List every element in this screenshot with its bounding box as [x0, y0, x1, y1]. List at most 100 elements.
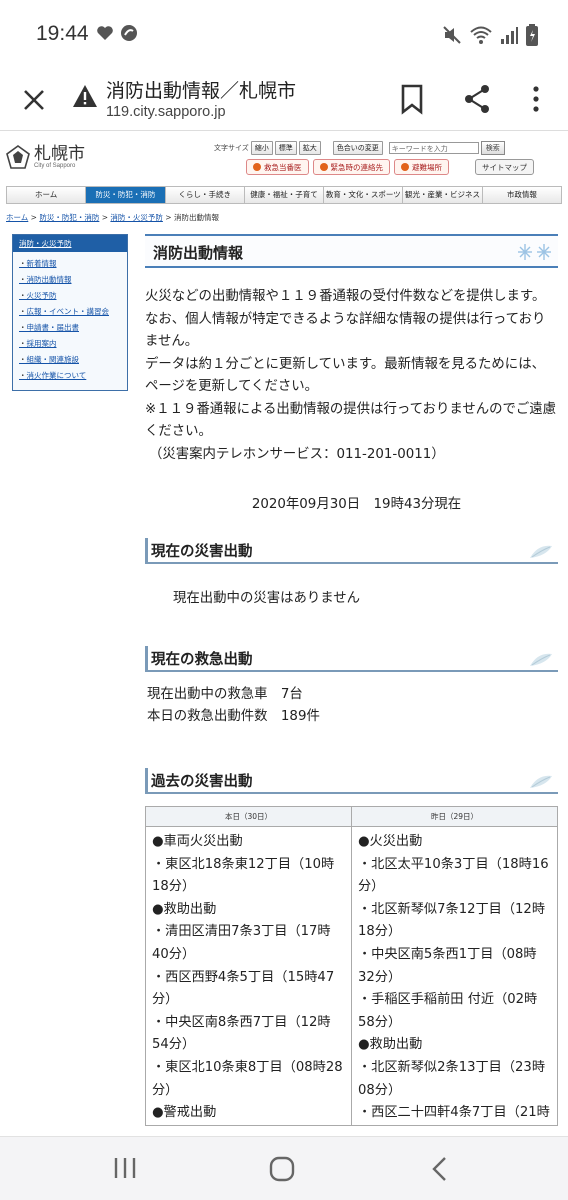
side-item-events[interactable]: 広報・イベント・講習会 — [19, 306, 123, 317]
keyword-search-input[interactable]: キーワードを入力 — [388, 142, 479, 154]
page-title[interactable]: 消防出動情報／札幌市 — [106, 76, 296, 103]
active-ambulance-count: 現在出動中の救急車 7台 — [147, 687, 303, 702]
list-item: ・清田区清田7条3丁目（17時40分） — [152, 924, 331, 962]
gnav-education[interactable]: 教育・文化・スポーツ — [324, 187, 404, 203]
more-options-button[interactable] — [524, 82, 548, 116]
breadcrumb-current: 消防出動情報 — [173, 213, 219, 222]
snowflake-decoration-icon — [518, 244, 551, 260]
wifi-icon — [470, 26, 492, 44]
quick-links: 救急当番医 緊急時の連絡先 避難場所 サイトマップ — [246, 159, 534, 175]
browser-toolbar: 消防出動情報／札幌市 119.city.sapporo.jp — [0, 70, 568, 130]
intro-line: 火災などの出動情報や１１９番通報の受付件数などを提供します。 — [145, 289, 546, 304]
site-logo[interactable]: 札幌市 City of Sapporo — [6, 145, 85, 169]
intro-line: なお、個人情報が特定できるような詳細な情報の提供は行っておりません。 — [145, 311, 546, 350]
current-ems-heading: 現在の救急出動 — [145, 646, 558, 672]
intro-line: ※１１９番通報による出動情報の提供は行っておりませんのでご遠慮ください。 — [145, 401, 557, 440]
breadcrumb-fire-prevention[interactable]: 消防・火災予防 — [110, 213, 163, 222]
list-item: ・東区北18条東12丁目（10時18分） — [152, 856, 335, 895]
leaf-decoration-icon — [530, 545, 552, 558]
page-url[interactable]: 119.city.sapporo.jp — [106, 104, 226, 120]
list-item: ・中央区南8条西7丁目（12時54分） — [152, 1014, 331, 1053]
side-item-dispatch-info[interactable]: 消防出動情報 — [19, 274, 123, 285]
gnav-living[interactable]: くらし・手続き — [166, 187, 245, 203]
side-item-organization[interactable]: 組織・関連施設 — [19, 354, 123, 365]
main-title-box: 消防出動情報 — [145, 234, 558, 268]
breadcrumb-home[interactable]: ホーム — [6, 213, 28, 222]
heart-icon — [97, 26, 113, 40]
site-header: 札幌市 City of Sapporo 文字サイズ 縮小 標準 拡大 色合いの変… — [0, 130, 568, 186]
battery-icon — [526, 24, 538, 46]
status-bar: 19:44 — [0, 0, 568, 70]
side-nav: 消防・火災予防 新着情報 消防出動情報 火災予防 広報・イベント・講習会 申請書… — [12, 234, 128, 391]
back-button[interactable] — [428, 1155, 452, 1183]
list-item: ・西区二十四軒4条7丁目（21時 — [358, 1105, 550, 1121]
no-disaster-message: 現在出動中の災害はありません — [173, 591, 361, 606]
gnav-health[interactable]: 健康・福祉・子育て — [245, 187, 325, 203]
today-column-header: 本日（30日） — [146, 807, 351, 827]
share-button[interactable] — [460, 82, 494, 116]
list-item: ・北区新琴似7条12丁目（12時18分） — [358, 901, 546, 940]
recent-apps-button[interactable] — [112, 1155, 138, 1181]
emergency-contact-button[interactable]: 緊急時の連絡先 — [312, 159, 390, 175]
section-title: 現在の災害出動 — [151, 544, 253, 560]
yesterday-column-header: 昨日（29日） — [351, 807, 557, 827]
share-icon — [465, 85, 489, 113]
list-item: ●救助出動 — [152, 901, 217, 917]
side-nav-heading[interactable]: 消防・火災予防 — [13, 235, 127, 252]
list-item: ●火災出動 — [358, 834, 423, 849]
gnav-home[interactable]: ホーム — [7, 187, 87, 203]
color-change-button[interactable]: 色合いの変更 — [332, 141, 383, 155]
intro-text: 火災などの出動情報や１１９番通報の受付件数などを提供します。 なお、個人情報が特… — [145, 286, 558, 466]
font-small-button[interactable]: 縮小 — [250, 141, 273, 155]
list-item: ●警戒出動 — [152, 1105, 217, 1121]
list-item: ・北区太平10条3丁目（18時16分） — [358, 856, 549, 895]
font-size-label: 文字サイズ — [214, 144, 249, 152]
list-item: ・中央区南5条西1丁目（08時32分） — [358, 946, 537, 985]
update-datetime: 2020年09月30日 19時43分現在 — [251, 497, 462, 512]
intro-line: （災害案内テレホンサービス：011-201-0011） — [149, 446, 445, 462]
logo-text: 札幌市 — [34, 143, 85, 164]
app-notification-icon — [121, 25, 137, 41]
intro-line: データは約１分ごとに更新しています。最新情報を見るためには、ページを更新してくだ… — [145, 356, 545, 395]
home-icon — [269, 1156, 295, 1182]
close-tab-button[interactable] — [16, 82, 52, 118]
security-warning-button[interactable] — [72, 84, 98, 108]
side-item-recruitment[interactable]: 採用案内 — [19, 338, 123, 349]
status-notification-icons — [96, 24, 138, 42]
signal-icon — [501, 27, 518, 44]
list-item: ・東区北10条東8丁目（08時28分） — [152, 1059, 343, 1098]
bookmark-icon — [401, 84, 423, 115]
gnav-city-info[interactable]: 市政情報 — [483, 187, 561, 203]
utility-row: 文字サイズ 縮小 標準 拡大 色合いの変更 キーワードを入力 検索 — [214, 141, 505, 155]
side-item-news[interactable]: 新着情報 — [19, 258, 123, 269]
close-icon — [24, 90, 44, 110]
web-content: 札幌市 City of Sapporo 文字サイズ 縮小 標準 拡大 色合いの変… — [0, 130, 568, 1136]
side-item-extinguishing[interactable]: 消火作業について — [19, 370, 123, 381]
city-emblem-icon — [6, 145, 30, 169]
list-item: ・西区西野4条5丁目（15時47分） — [152, 969, 335, 1008]
emergency-icon — [253, 163, 261, 171]
recent-apps-icon — [114, 1158, 136, 1178]
emergency-doctor-button[interactable]: 救急当番医 — [246, 159, 309, 175]
side-item-fire-prevention[interactable]: 火災予防 — [19, 290, 123, 301]
home-button[interactable] — [268, 1155, 296, 1183]
font-large-button[interactable]: 拡大 — [298, 141, 321, 155]
list-item: ・手稲区手稲前田 付近（02時58分） — [358, 992, 538, 1030]
today-ems-count: 本日の救急出動件数 189件 — [147, 709, 320, 724]
breadcrumb: ホーム > 防災・防犯・消防 > 消防・火災予防 > 消防出動情報 — [6, 213, 219, 222]
past-disaster-table: 本日（30日） 昨日（29日） ●車両火災出動 ・東区北18条東12丁目（10時… — [145, 806, 558, 1126]
gnav-disaster-prevention[interactable]: 防災・防犯・消防 — [86, 187, 166, 203]
gnav-tourism[interactable]: 観光・産業・ビジネス — [403, 187, 483, 203]
past-disaster-heading: 過去の災害出動 — [145, 768, 558, 794]
current-disaster-heading: 現在の災害出動 — [145, 538, 558, 564]
breadcrumb-disaster[interactable]: 防災・防犯・消防 — [39, 213, 99, 222]
bookmark-button[interactable] — [396, 82, 428, 116]
contact-icon — [319, 163, 328, 171]
side-item-forms[interactable]: 申請書・届出書 — [19, 322, 123, 333]
leaf-decoration-icon — [530, 775, 552, 788]
search-button[interactable]: 検索 — [480, 141, 505, 155]
evacuation-icon — [401, 163, 409, 171]
sitemap-button[interactable]: サイトマップ — [475, 159, 534, 175]
evacuation-site-button[interactable]: 避難場所 — [394, 159, 449, 175]
font-standard-button[interactable]: 標準 — [274, 141, 297, 155]
